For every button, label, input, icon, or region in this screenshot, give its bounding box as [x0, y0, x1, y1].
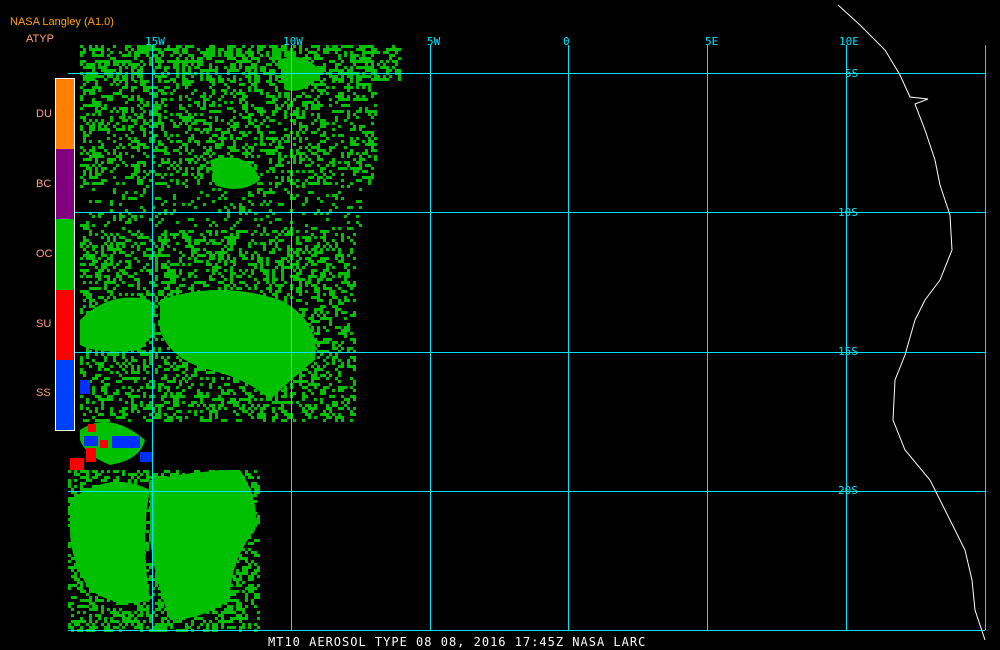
- legend-label: SU: [36, 318, 52, 330]
- map-canvas: [68, 4, 986, 641]
- legend-swatch-du: [56, 79, 74, 150]
- footer-caption: MT10 AEROSOL TYPE 08 08, 2016 17:45Z NAS…: [268, 635, 647, 649]
- lat-label: 15S: [838, 345, 858, 358]
- legend-swatch-oc: [56, 219, 74, 290]
- app-title: NASA Langley (A1.0): [10, 16, 114, 28]
- lon-label: 10W: [283, 35, 303, 48]
- lon-label: 0: [563, 35, 570, 48]
- legend-swatch-su: [56, 289, 74, 360]
- legend-swatch-bc: [56, 149, 74, 220]
- legend-label: BC: [36, 178, 52, 190]
- lon-label: 5E: [705, 35, 719, 48]
- legend-label: SS: [36, 387, 51, 399]
- lon-label: 10E: [839, 35, 859, 48]
- lat-label: 20S: [838, 484, 858, 497]
- lat-label: 5S: [845, 67, 859, 80]
- lon-label: 15W: [145, 35, 165, 48]
- coastline: [837, 4, 986, 641]
- legend-swatch-ss: [56, 359, 74, 431]
- parameter-label: ATYP: [26, 33, 54, 45]
- lat-label: 10S: [838, 206, 858, 219]
- legend-colorbar: [55, 78, 75, 431]
- lon-label: 5W: [427, 35, 441, 48]
- legend-label: OC: [36, 248, 53, 260]
- legend-label: DU: [36, 108, 52, 120]
